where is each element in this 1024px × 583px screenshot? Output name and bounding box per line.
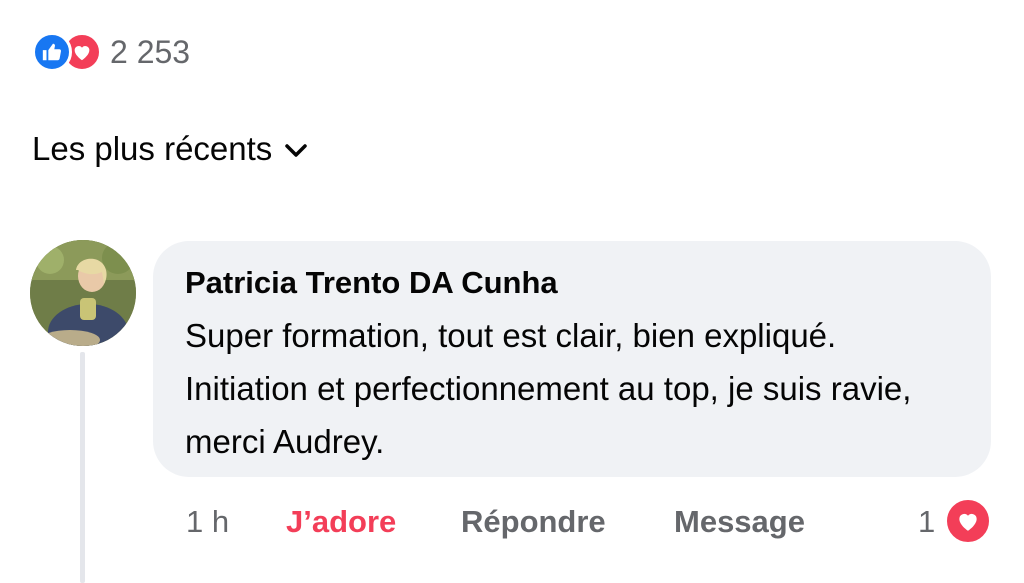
comment-text: Super formation, tout est clair, bien ex…: [185, 317, 912, 460]
reaction-summary[interactable]: 2 253: [32, 30, 190, 74]
message-button[interactable]: Message: [674, 496, 805, 548]
thread-line: [80, 352, 85, 583]
comment-reaction-count[interactable]: 1: [918, 496, 935, 548]
sort-dropdown[interactable]: Les plus récents: [32, 130, 308, 168]
avatar[interactable]: [30, 240, 136, 346]
reply-button[interactable]: Répondre: [461, 496, 606, 548]
love-icon[interactable]: [944, 497, 992, 545]
comment-author[interactable]: Patricia Trento DA Cunha: [185, 261, 959, 305]
comment-actions: 1 h J’adore Répondre Message 1: [0, 496, 1024, 548]
react-button[interactable]: J’adore: [286, 496, 396, 548]
avatar-photo: [30, 240, 136, 346]
comment-bubble[interactable]: Patricia Trento DA Cunha Super formation…: [153, 241, 991, 477]
chevron-down-icon: [285, 144, 308, 157]
like-icon: [32, 32, 72, 72]
comment-timestamp[interactable]: 1 h: [186, 496, 229, 548]
sort-label: Les plus récents: [32, 130, 273, 167]
reaction-count: 2 253: [110, 33, 191, 70]
